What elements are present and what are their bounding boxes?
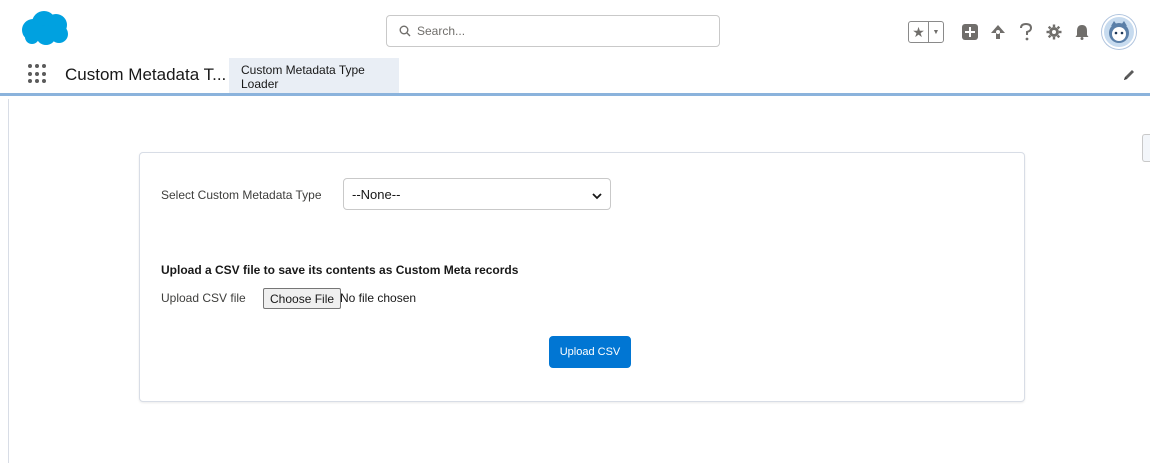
app-navigation-bar: Custom Metadata T... Custom Metadata Typ… — [0, 58, 1150, 96]
search-icon — [399, 25, 411, 37]
content-left-border — [8, 99, 9, 463]
utility-side-tab[interactable] — [1142, 134, 1150, 162]
metadata-loader-card: Select Custom Metadata Type --None-- Upl… — [139, 152, 1025, 402]
edit-nav-pencil-icon[interactable] — [1122, 68, 1136, 82]
upload-section-title: Upload a CSV file to save its contents a… — [161, 263, 519, 277]
custom-metadata-type-select[interactable]: --None-- — [343, 178, 611, 210]
tab-custom-metadata-type-loader[interactable]: Custom Metadata Type Loader — [229, 58, 399, 93]
global-header: ★ ▼ — [0, 0, 1150, 58]
notifications-bell-icon[interactable] — [1073, 23, 1091, 41]
global-search[interactable] — [386, 15, 720, 47]
favorites-star-icon[interactable]: ★ — [909, 22, 929, 42]
file-status-text: No file chosen — [340, 291, 417, 305]
favorites-group: ★ ▼ — [908, 21, 944, 43]
global-actions-plus-icon[interactable] — [961, 23, 979, 41]
select-type-label: Select Custom Metadata Type — [161, 188, 322, 202]
setup-gear-icon[interactable] — [1045, 23, 1063, 41]
search-input[interactable] — [417, 24, 697, 38]
chevron-down-icon — [592, 189, 602, 200]
header-utility-icons: ★ ▼ — [908, 14, 1136, 50]
app-name: Custom Metadata T... — [65, 65, 227, 84]
tab-label: Custom Metadata Type Loader — [241, 63, 365, 91]
salesforce-logo-icon[interactable] — [20, 10, 70, 46]
favorites-dropdown-icon[interactable]: ▼ — [929, 22, 943, 42]
upload-csv-label: Upload CSV file — [161, 291, 246, 305]
help-icon[interactable] — [1017, 23, 1035, 41]
upload-csv-button[interactable]: Upload CSV — [549, 336, 631, 368]
choose-file-button[interactable]: Choose File — [263, 288, 342, 309]
app-launcher-icon[interactable] — [28, 64, 48, 84]
user-avatar[interactable] — [1102, 15, 1136, 49]
trailhead-icon[interactable] — [989, 23, 1007, 41]
select-value: --None-- — [352, 186, 401, 202]
